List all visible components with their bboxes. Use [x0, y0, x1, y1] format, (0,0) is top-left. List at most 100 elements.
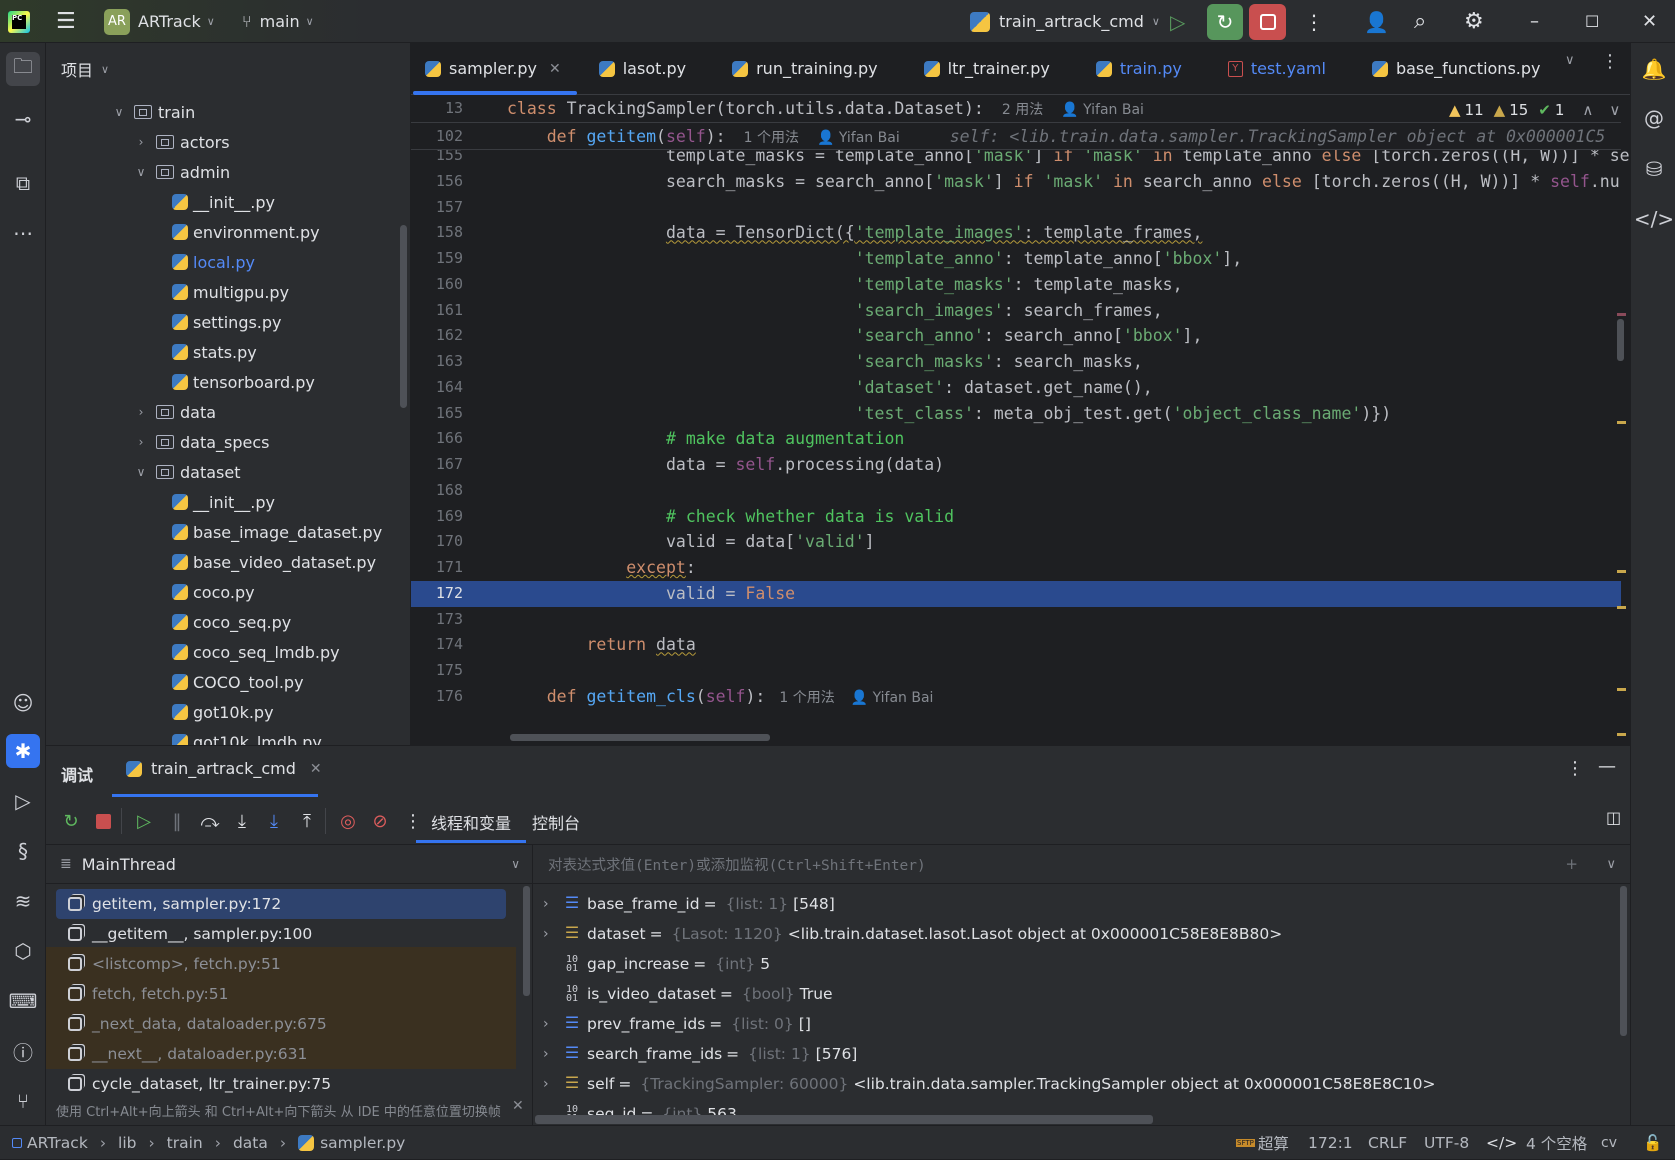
code-line[interactable]: 164 'dataset': dataset.get_name(), — [411, 375, 1621, 401]
debug-button[interactable]: ↻ — [1207, 3, 1243, 40]
tree-item[interactable]: coco_seq_lmdb.py — [46, 637, 410, 667]
resume-icon[interactable]: ▷ — [1170, 0, 1185, 43]
tree-item[interactable]: coco_seq.py — [46, 607, 410, 637]
code-line[interactable]: 162 'search_anno': search_anno['bbox'], — [411, 323, 1621, 349]
debug-session-tab[interactable]: train_artrack_cmd ✕ — [126, 759, 322, 778]
tree-item[interactable]: coco.py — [46, 577, 410, 607]
code-line[interactable]: 175 — [411, 658, 1621, 684]
stop-button[interactable] — [1249, 3, 1286, 40]
code-line[interactable]: 161 'search_images': search_frames, — [411, 298, 1621, 324]
add-user-icon[interactable]: 👤 — [1364, 0, 1389, 43]
close-window-button[interactable]: ✕ — [1642, 0, 1657, 43]
execution-point-line[interactable]: 172 valid = False — [411, 580, 1621, 607]
code-line[interactable]: 168 — [411, 478, 1621, 504]
step-into-icon[interactable]: ⤓ — [229, 808, 255, 834]
tree-item[interactable]: got10k.py — [46, 697, 410, 727]
tree-item[interactable]: __init__.py — [46, 487, 410, 517]
editor-tab[interactable]: ltr_trainer.py — [902, 43, 1074, 95]
editor-vertical-scrollbar[interactable] — [1617, 319, 1624, 361]
project-view-selector[interactable]: 项目 ∨ — [61, 57, 109, 81]
tree-item[interactable]: tensorboard.py — [46, 367, 410, 397]
expand-chevron-icon[interactable]: › — [543, 1076, 563, 1092]
variables-horizontal-scrollbar[interactable] — [535, 1115, 1153, 1124]
expand-chevron-icon[interactable]: › — [543, 926, 563, 942]
indent-setting[interactable]: 4 个空格 — [1526, 1126, 1587, 1160]
marker[interactable] — [1617, 606, 1626, 609]
branch-selector[interactable]: ⑂ main ∨ — [242, 0, 314, 43]
main-menu-icon[interactable]: ☰ — [56, 0, 76, 43]
tree-item[interactable]: ∨ train — [46, 97, 410, 127]
ai-assistant-icon[interactable]: ☺ — [6, 686, 40, 720]
stack-frame[interactable]: getitem, sampler.py:172 — [56, 889, 506, 919]
close-hint-icon[interactable]: ✕ — [512, 1098, 524, 1114]
python-console-icon[interactable]: § — [6, 834, 40, 868]
more-tools-icon[interactable]: ⋯ — [6, 216, 40, 250]
marker[interactable] — [1617, 570, 1626, 573]
notifications-bell-icon[interactable]: 🔔 — [1637, 52, 1671, 86]
editor-tab[interactable]: train.py — [1074, 43, 1206, 95]
tree-item[interactable]: › data_specs — [46, 427, 410, 457]
more-debug-actions-icon[interactable]: ⋮ — [400, 808, 426, 834]
thread-selector[interactable]: ≣ MainThread ∨ — [46, 844, 532, 884]
chevron-right-icon[interactable]: › — [134, 135, 148, 149]
variable-row[interactable]: › ☰ dataset = {Lasot: 1120} <lib.train.datas… — [543, 919, 1282, 949]
next-highlight-icon[interactable]: ∨ — [1609, 101, 1620, 119]
sticky-line[interactable]: 102 def getitem(self): 1 个用法 👤 Yifan Bai se… — [411, 122, 1621, 150]
variable-row[interactable]: 10 01 is_video_dataset = {bool} True — [543, 979, 833, 1009]
usages-hint[interactable]: 1 个用法 — [779, 690, 834, 706]
database-icon[interactable]: ⛁ — [1637, 152, 1671, 186]
interpreter[interactable]: cv — [1601, 1126, 1617, 1160]
tabs-more-icon[interactable]: ⋮ — [1601, 51, 1619, 72]
tree-item[interactable]: stats.py — [46, 337, 410, 367]
editor-tab[interactable]: lasot.py — [577, 43, 710, 95]
app-logo-icon[interactable]: PC — [8, 0, 30, 43]
chevron-right-icon[interactable]: › — [134, 405, 148, 419]
code-line[interactable]: 158 data = TensorDict({'template_images'… — [411, 220, 1621, 246]
readonly-lock-icon[interactable]: 🔓 — [1643, 1126, 1662, 1160]
stop-icon[interactable] — [95, 813, 111, 829]
code-line[interactable]: 169 # check whether data is valid — [411, 504, 1621, 530]
code-line[interactable]: 160 'template_masks': template_masks, — [411, 272, 1621, 298]
breadcrumb-item[interactable]: lib — [118, 1134, 136, 1152]
services-icon[interactable]: ⬡ — [6, 934, 40, 968]
resume-program-icon[interactable]: ▷ — [131, 808, 157, 834]
close-tab-icon[interactable]: ✕ — [549, 61, 561, 77]
pause-icon[interactable]: ‖ — [164, 808, 190, 834]
remote-host[interactable]: SFTP 超算 — [1236, 1126, 1289, 1160]
usages-hint[interactable]: 1 个用法 — [744, 130, 799, 146]
project-tree-scrollbar[interactable] — [400, 225, 407, 408]
hide-panel-icon[interactable]: — — [1598, 756, 1616, 777]
marker[interactable] — [1617, 313, 1626, 316]
problems-icon[interactable]: ⓘ — [6, 1034, 40, 1068]
code-line[interactable]: 157 — [411, 195, 1621, 221]
code-line[interactable]: 171 except: — [411, 555, 1621, 581]
tree-item[interactable]: environment.py — [46, 217, 410, 247]
layout-settings-icon[interactable]: ◫ — [1606, 808, 1621, 827]
expression-evaluator[interactable]: 对表达式求值(Enter)或添加监视(Ctrl+Shift+Enter) + ∨ — [533, 844, 1630, 884]
tree-item[interactable]: base_image_dataset.py — [46, 517, 410, 547]
code-with-me-icon[interactable]: </> — [1634, 202, 1674, 236]
editor-horizontal-scrollbar[interactable] — [510, 734, 770, 741]
structure-icon[interactable]: ⧉ — [6, 166, 40, 200]
breadcrumb-item[interactable]: data — [233, 1134, 268, 1152]
variable-row[interactable]: › ☰ base_frame_id = {list: 1} [548] — [543, 889, 835, 919]
stack-frame[interactable]: _next_data, dataloader.py:675 — [56, 1009, 506, 1039]
rerun-icon[interactable]: ↻ — [58, 808, 84, 834]
code-line[interactable]: 170 valid = data['valid'] — [411, 529, 1621, 555]
tree-item[interactable]: __init__.py — [46, 187, 410, 217]
debug-view-tab[interactable]: 线程和变量 — [416, 810, 527, 843]
project-folder-icon[interactable]: 🗀 — [6, 52, 40, 86]
breadcrumb-item[interactable]: train — [167, 1134, 203, 1152]
previous-highlight-icon[interactable]: ∧ — [1582, 101, 1593, 119]
expression-input[interactable]: 对表达式求值(Enter)或添加监视(Ctrl+Shift+Enter) — [548, 854, 926, 875]
layers-icon[interactable]: ≋ — [6, 884, 40, 918]
expand-chevron-icon[interactable]: › — [543, 896, 563, 912]
editor-tab[interactable]: run_training.py — [710, 43, 902, 95]
chevron-down-icon[interactable]: ∨ — [112, 105, 126, 119]
commit-icon[interactable]: ⊸ — [6, 102, 40, 136]
chevron-down-icon[interactable]: ∨ — [134, 465, 148, 479]
close-tab-icon[interactable]: ✕ — [310, 761, 322, 777]
debug-options-icon[interactable]: ⋮ — [1566, 758, 1584, 779]
line-separator[interactable]: CRLF — [1368, 1126, 1407, 1160]
code-line[interactable]: 174 return data — [411, 632, 1621, 658]
